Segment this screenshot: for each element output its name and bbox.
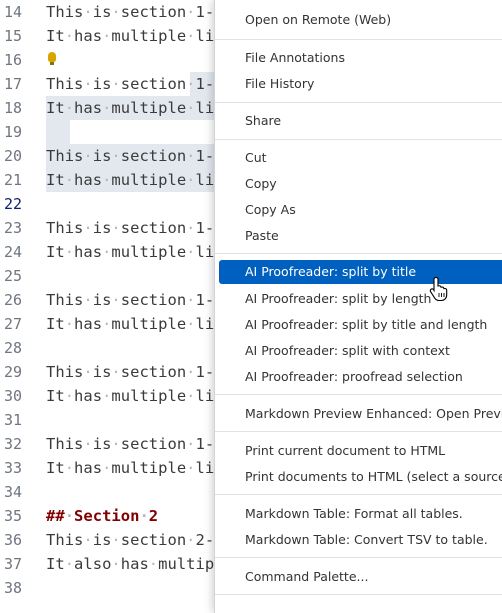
markdown-heading[interactable]: ##·Section·2 xyxy=(46,504,158,528)
context-menu: Open on Remote (Web) File Annotations Fi… xyxy=(214,0,502,613)
menu-item-markdown-table-format[interactable]: Markdown Table: Format all tables. xyxy=(219,502,502,526)
menu-item-cut[interactable]: Cut xyxy=(219,146,502,170)
line-text[interactable]: This·is·section·2-1 xyxy=(46,528,224,552)
line-number: 23 xyxy=(3,219,22,237)
line-number: 29 xyxy=(3,363,22,381)
line-number: 15 xyxy=(3,27,22,45)
menu-separator xyxy=(215,394,502,395)
menu-item-markdown-table-convert-tsv[interactable]: Markdown Table: Convert TSV to table. xyxy=(219,528,502,552)
line-number: 28 xyxy=(3,339,22,357)
hand-pointer-icon xyxy=(429,276,448,302)
line-text[interactable]: It·also·has·multipl xyxy=(46,552,224,576)
line-number: 30 xyxy=(3,387,22,405)
menu-item-file-history[interactable]: File History xyxy=(219,72,502,96)
menu-item-ai-proofreader-split-by-title-and-length[interactable]: AI Proofreader: split by title and lengt… xyxy=(219,313,502,337)
line-number: 16 xyxy=(3,51,22,69)
line-number: 37 xyxy=(3,555,22,573)
menu-item-copy-as[interactable]: Copy As xyxy=(219,198,502,222)
menu-item-ai-proofreader-split-by-length[interactable]: AI Proofreader: split by length xyxy=(219,287,502,311)
menu-item-open-on-remote[interactable]: Open on Remote (Web) xyxy=(219,8,502,32)
line-number: 34 xyxy=(3,483,22,501)
line-number: 32 xyxy=(3,435,22,453)
line-number: 31 xyxy=(3,411,22,429)
menu-item-ai-proofreader-proofread-selection[interactable]: AI Proofreader: proofread selection xyxy=(219,365,502,389)
line-number: 25 xyxy=(3,267,22,285)
line-number: 21 xyxy=(3,171,22,189)
line-text[interactable]: This·is·section·1-5 xyxy=(46,72,224,96)
line-text[interactable]: It·has·multiple·lin xyxy=(46,24,224,48)
line-number: 36 xyxy=(3,531,22,549)
line-text[interactable]: It·has·multiple·lin xyxy=(46,456,224,480)
line-text[interactable]: This·is·section·1-1 xyxy=(46,432,224,456)
line-number: 26 xyxy=(3,291,22,309)
line-number: 14 xyxy=(3,3,22,21)
menu-item-copy[interactable]: Copy xyxy=(219,172,502,196)
menu-item-markdown-preview-enhanced[interactable]: Markdown Preview Enhanced: Open Preview xyxy=(219,402,502,426)
menu-item-ai-proofreader-split-by-title[interactable]: AI Proofreader: split by title xyxy=(219,260,502,284)
line-text[interactable]: It·has·multiple·lin xyxy=(46,312,224,336)
line-text[interactable]: This·is·section·1-8 xyxy=(46,288,224,312)
menu-item-command-palette[interactable]: Command Palette... xyxy=(219,565,502,589)
line-number: 33 xyxy=(3,459,22,477)
menu-separator xyxy=(215,253,502,254)
menu-item-ai-proofreader-split-with-context[interactable]: AI Proofreader: split with context xyxy=(219,339,502,363)
line-number: 20 xyxy=(3,147,22,165)
line-number: 18 xyxy=(3,99,22,117)
menu-separator xyxy=(215,39,502,40)
line-text[interactable]: This·is·section·1-4 xyxy=(46,0,224,24)
line-number: 27 xyxy=(3,315,22,333)
line-number: 35 xyxy=(3,507,22,525)
line-text[interactable]: It·has·multiple·lin xyxy=(46,384,224,408)
line-number: 19 xyxy=(3,123,22,141)
lightbulb-icon[interactable] xyxy=(48,52,56,65)
line-text[interactable]: This·is·section·1-7 xyxy=(46,216,224,240)
menu-item-paste[interactable]: Paste xyxy=(219,224,502,248)
menu-item-print-documents[interactable]: Print documents to HTML (select a source… xyxy=(219,465,502,489)
menu-separator xyxy=(215,594,502,595)
line-text[interactable]: This·is·section·1-9 xyxy=(46,360,224,384)
menu-item-file-annotations[interactable]: File Annotations xyxy=(219,46,502,70)
menu-separator xyxy=(215,431,502,432)
menu-separator xyxy=(215,557,502,558)
menu-separator xyxy=(215,139,502,140)
menu-separator xyxy=(215,102,502,103)
menu-separator xyxy=(215,494,502,495)
line-number: 24 xyxy=(3,243,22,261)
line-text[interactable]: It·has·multiple·lin xyxy=(46,96,224,120)
menu-item-share[interactable]: Share xyxy=(219,109,502,133)
line-number: 17 xyxy=(3,75,22,93)
line-number: 22 xyxy=(3,195,22,213)
line-number: 38 xyxy=(3,579,22,597)
line-text[interactable]: It·has·multiple·lin xyxy=(46,240,224,264)
line-text[interactable]: It·has·multiple·lin xyxy=(46,168,224,192)
line-text[interactable]: This·is·section·1-6 xyxy=(46,144,224,168)
menu-item-print-current-document[interactable]: Print current document to HTML xyxy=(219,439,502,463)
